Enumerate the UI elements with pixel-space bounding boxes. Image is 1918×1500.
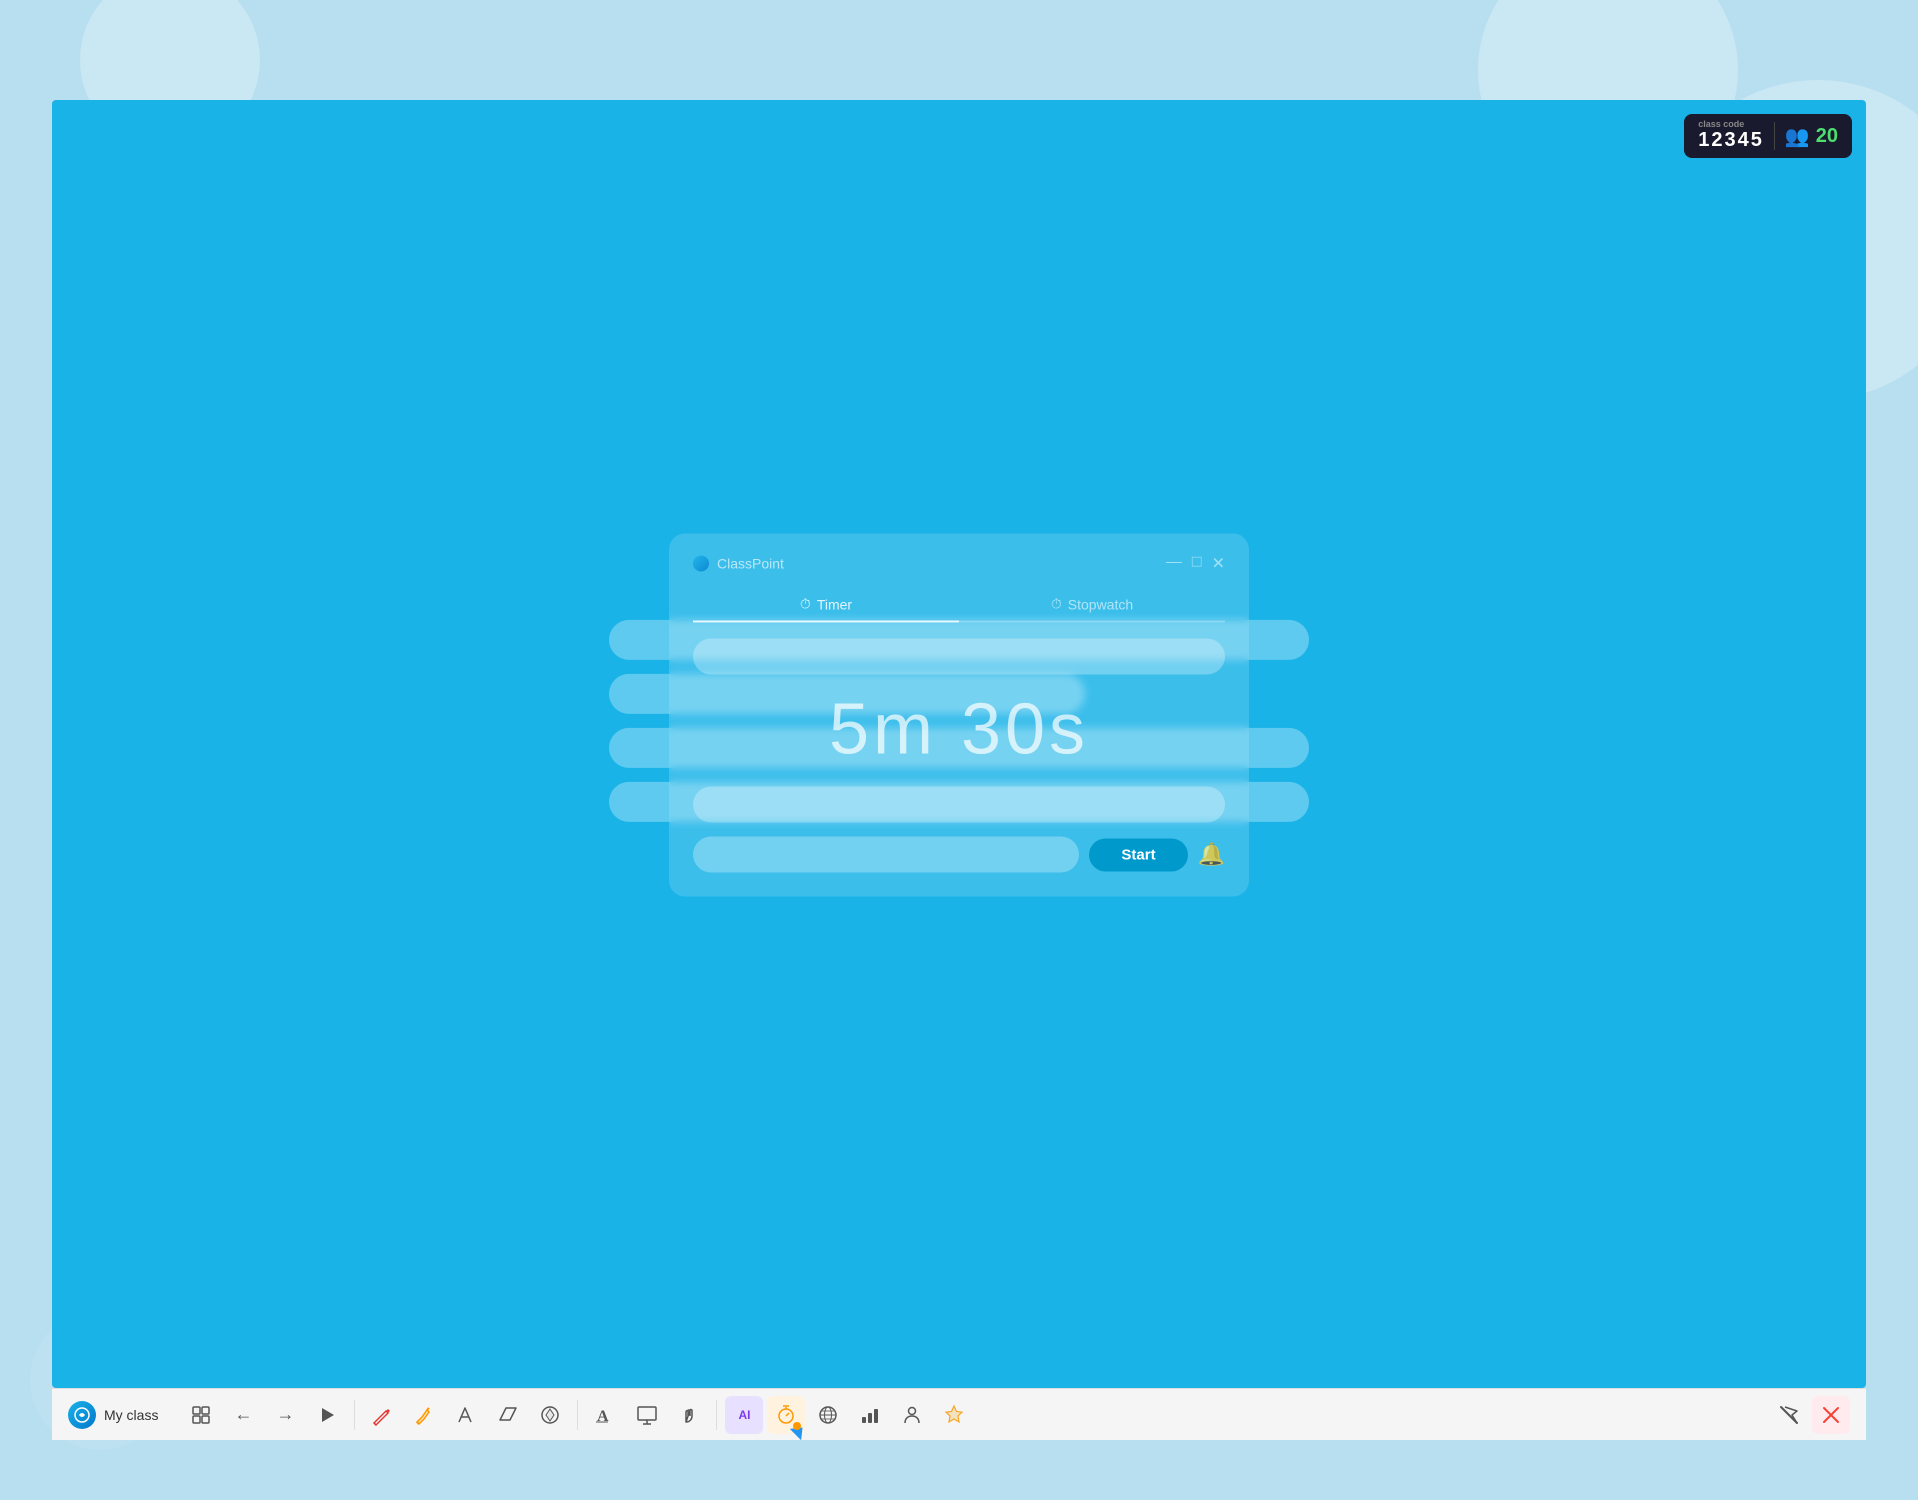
activities-icon <box>859 1404 881 1426</box>
class-name-label: My class <box>104 1407 158 1423</box>
leaderboard-icon <box>943 1404 965 1426</box>
tab-stopwatch[interactable]: ⏱ Stopwatch <box>959 587 1225 622</box>
popup-titlebar: ClassPoint — □ ✕ <box>693 553 1225 573</box>
text-icon: A <box>594 1404 616 1426</box>
classpoint-logo <box>68 1401 96 1429</box>
toolbar-logo-area: My class <box>68 1401 158 1429</box>
popup-app-title: ClassPoint <box>717 555 784 571</box>
class-code-badge[interactable]: class code 12345 👥 20 <box>1684 114 1852 158</box>
timer-tab-label: Timer <box>817 596 852 612</box>
hand-raise-icon <box>678 1404 700 1426</box>
forward-button[interactable]: → <box>266 1396 304 1434</box>
timer-slider-2[interactable] <box>693 786 1225 822</box>
timer-slider-1[interactable] <box>693 638 1225 674</box>
play-icon <box>317 1405 337 1425</box>
divider-2 <box>577 1400 578 1430</box>
play-button[interactable] <box>308 1396 346 1434</box>
back-button[interactable]: ← <box>224 1396 262 1434</box>
activities-button[interactable] <box>851 1396 889 1434</box>
pen-variant-icon <box>455 1404 477 1426</box>
shapes-icon <box>539 1404 561 1426</box>
class-code-value: 12345 <box>1698 129 1764 152</box>
ai-icon: AI <box>738 1408 750 1422</box>
students-count: 20 <box>1816 125 1838 148</box>
popup-window-controls: — □ ✕ <box>1166 553 1225 573</box>
hand-raise-button[interactable] <box>670 1396 708 1434</box>
close-icon[interactable]: ✕ <box>1212 553 1225 573</box>
shapes-button[interactable] <box>531 1396 569 1434</box>
browser-icon <box>817 1404 839 1426</box>
popup-title-left: ClassPoint <box>693 555 784 571</box>
minimize-icon[interactable]: — <box>1166 553 1182 573</box>
grid-view-button[interactable] <box>182 1396 220 1434</box>
pen-variant-button[interactable] <box>447 1396 485 1434</box>
whiteboard-button[interactable] <box>628 1396 666 1434</box>
bell-icon[interactable]: 🔔 <box>1198 841 1225 867</box>
students-icon: 👥 <box>1785 124 1810 149</box>
participants-icon <box>901 1404 923 1426</box>
forward-icon: → <box>276 1404 294 1425</box>
stopwatch-tab-icon: ⏱ <box>1051 595 1062 612</box>
back-icon: ← <box>234 1404 252 1425</box>
students-count-area: 👥 20 <box>1785 124 1838 149</box>
whiteboard-icon <box>636 1404 658 1426</box>
eraser-button[interactable] <box>489 1396 527 1434</box>
presentation-area: class code 12345 👥 20 ClassPoint <box>52 100 1866 1388</box>
timer-popup: ClassPoint — □ ✕ ⏱ Timer ⏱ Stopwatch <box>669 533 1249 896</box>
maximize-icon[interactable]: □ <box>1192 553 1202 573</box>
classpoint-logo-small <box>693 555 709 571</box>
highlighter-icon <box>413 1404 435 1426</box>
browser-button[interactable] <box>809 1396 847 1434</box>
eraser-icon <box>497 1404 519 1426</box>
leaderboard-button[interactable] <box>935 1396 973 1434</box>
hide-pointer-icon <box>1778 1404 1800 1426</box>
timer-display: 5m 30s <box>693 688 1225 770</box>
grid-view-icon <box>191 1405 211 1425</box>
timer-active-indicator <box>790 1421 808 1439</box>
pen-button[interactable] <box>363 1396 401 1434</box>
text-button[interactable]: A <box>586 1396 624 1434</box>
hide-pointer-button[interactable] <box>1770 1396 1808 1434</box>
start-button[interactable]: Start <box>1089 838 1187 871</box>
timer-icon <box>775 1404 797 1426</box>
highlighter-button[interactable] <box>405 1396 443 1434</box>
participants-button[interactable] <box>893 1396 931 1434</box>
timer-tabs: ⏱ Timer ⏱ Stopwatch <box>693 587 1225 622</box>
divider-1 <box>354 1400 355 1430</box>
pen-icon <box>371 1404 393 1426</box>
exit-button[interactable] <box>1812 1396 1850 1434</box>
exit-icon <box>1820 1404 1842 1426</box>
timer-tab-icon: ⏱ <box>800 595 811 612</box>
class-code-label: class code <box>1698 120 1744 129</box>
divider-3 <box>716 1400 717 1430</box>
stopwatch-tab-label: Stopwatch <box>1068 596 1133 612</box>
toolbar: My class ← → <box>52 1388 1866 1440</box>
ai-button[interactable]: AI <box>725 1396 763 1434</box>
timer-button[interactable] <box>767 1396 805 1434</box>
timer-progress-bar[interactable] <box>693 836 1079 872</box>
tab-timer[interactable]: ⏱ Timer <box>693 587 959 622</box>
timer-bottom-row: Start 🔔 <box>693 836 1225 872</box>
main-wrapper: class code 12345 👥 20 ClassPoint <box>52 100 1866 1440</box>
